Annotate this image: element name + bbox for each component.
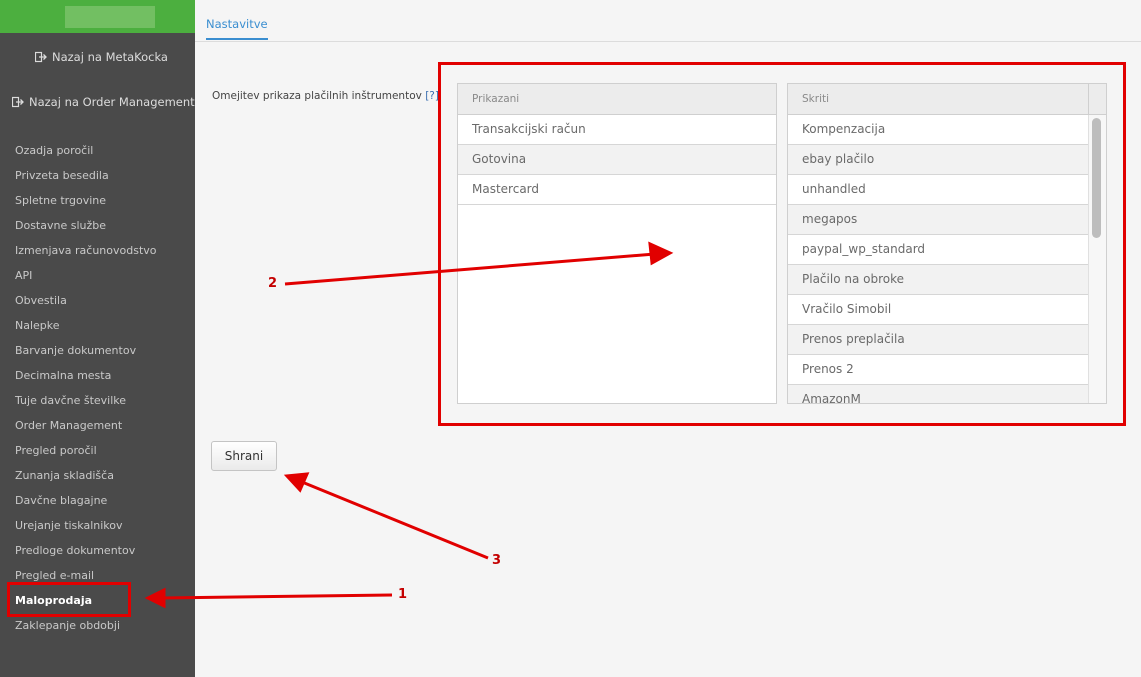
arrow-1-head	[144, 587, 166, 609]
arrow-3-line	[301, 480, 489, 560]
arrow-3-head	[283, 472, 310, 493]
annotation-number-3: 3	[492, 553, 502, 568]
arrow-1-line	[161, 593, 393, 600]
annotation-number-1: 1	[398, 587, 408, 602]
annotation-number-2: 2	[268, 276, 278, 291]
annotation-arrows	[144, 241, 674, 609]
arrow-2-head	[648, 241, 674, 266]
arrow-2-line	[284, 252, 656, 286]
